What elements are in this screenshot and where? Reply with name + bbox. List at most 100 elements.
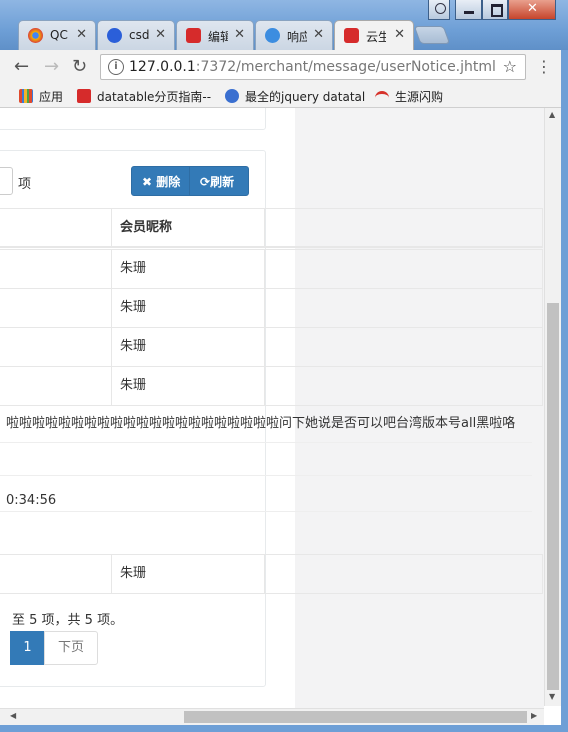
chrome-favicon-icon bbox=[28, 28, 43, 43]
nickname-text: 朱珊 bbox=[120, 339, 147, 354]
detail-divider bbox=[0, 475, 532, 476]
nickname-text: 朱珊 bbox=[120, 378, 147, 393]
column-header-nickname[interactable]: 会员昵称 bbox=[111, 208, 265, 248]
row-cell-nickname: 朱珊 bbox=[111, 366, 265, 406]
profile-button[interactable] bbox=[428, 0, 450, 20]
times-icon: ✖ bbox=[142, 175, 153, 189]
bookmark-label: 应用 bbox=[39, 90, 64, 104]
bookmark-star-icon[interactable]: ☆ bbox=[503, 57, 517, 76]
page-length-suffix: 项 bbox=[18, 177, 32, 192]
browser-tab-5-active[interactable]: 云生 ✕ bbox=[334, 20, 414, 50]
arrow-left-icon: ← bbox=[14, 56, 30, 77]
horizontal-scrollbar[interactable]: ◀ ▶ bbox=[0, 708, 544, 725]
maximize-icon bbox=[491, 4, 503, 17]
maximize-button[interactable] bbox=[482, 0, 508, 20]
nickname-text: 朱珊 bbox=[120, 261, 147, 276]
address-bar[interactable]: i 127.0.0.1:7372/merchant/message/userNo… bbox=[100, 54, 526, 80]
browser-tab-3[interactable]: 编辑 ✕ bbox=[176, 20, 254, 50]
browser-tab-2[interactable]: csd ✕ bbox=[97, 20, 175, 50]
reload-button[interactable]: ↻ bbox=[72, 56, 94, 78]
new-tab-button[interactable] bbox=[413, 26, 451, 44]
delete-button[interactable]: ✖ 删除 bbox=[131, 166, 190, 196]
tab-label: 云生 bbox=[366, 30, 386, 44]
horizontal-scroll-thumb[interactable] bbox=[184, 711, 527, 723]
detail-divider bbox=[0, 442, 532, 443]
top-panel bbox=[0, 108, 266, 130]
row-cell-right bbox=[264, 288, 543, 328]
row-cell-right bbox=[264, 366, 543, 406]
row-cell-left bbox=[0, 288, 112, 328]
nickname-text: 朱珊 bbox=[120, 566, 147, 581]
nickname-text: 朱珊 bbox=[120, 300, 147, 315]
row-cell-right bbox=[264, 554, 543, 594]
row-cell-left bbox=[0, 366, 112, 406]
browser-tab-4[interactable]: 响应 ✕ bbox=[255, 20, 333, 50]
minimize-button[interactable] bbox=[455, 0, 482, 20]
refresh-label: 刷新 bbox=[210, 175, 235, 189]
row-cell-nickname: 朱珊 bbox=[111, 249, 265, 289]
bookmark-jquery-datatable[interactable]: 最全的jquery datatal bbox=[225, 88, 365, 105]
page-length-select[interactable] bbox=[0, 167, 13, 195]
table-header-cell bbox=[0, 208, 112, 248]
url-text: 127.0.0.1:7372/merchant/message/userNoti… bbox=[129, 59, 496, 75]
browser-tab-1[interactable]: QC ✕ bbox=[18, 20, 96, 50]
scroll-up-icon: ▲ bbox=[549, 110, 556, 119]
row-cell-nickname: 朱珊 bbox=[111, 288, 265, 328]
window-frame-bottom bbox=[0, 725, 568, 732]
close-window-button[interactable]: ✕ bbox=[508, 0, 556, 20]
row-cell-left bbox=[0, 249, 112, 289]
apps-grid-icon bbox=[19, 89, 33, 103]
forward-button[interactable]: → bbox=[44, 56, 66, 78]
scroll-right-icon: ▶ bbox=[531, 711, 538, 720]
refresh-button[interactable]: ⟳刷新 bbox=[189, 166, 249, 196]
bird-favicon-icon bbox=[265, 28, 280, 43]
minimize-icon bbox=[464, 11, 474, 14]
url-path: :7372/merchant/message/userNotice.jhtml bbox=[195, 59, 496, 75]
row-cell-left bbox=[0, 554, 112, 594]
bookmark-shengyuan[interactable]: 生源闪购 bbox=[375, 88, 443, 105]
tab-close-icon[interactable]: ✕ bbox=[234, 27, 245, 42]
row-cell-right bbox=[264, 327, 543, 367]
tab-close-icon[interactable]: ✕ bbox=[76, 27, 87, 42]
bookmark-label: datatable分页指南-- bbox=[97, 90, 212, 104]
back-button[interactable]: ← bbox=[14, 56, 36, 78]
user-icon bbox=[435, 3, 446, 14]
tab-label: 编辑 bbox=[208, 30, 228, 44]
row-cell-left bbox=[0, 327, 112, 367]
vertical-scroll-thumb[interactable] bbox=[547, 303, 559, 690]
next-page-button[interactable]: 下页 bbox=[44, 631, 98, 665]
row-detail: 啦啦啦啦啦啦啦啦啦啦啦啦啦啦啦啦啦啦啦啦啦问下她说是否可以吧台湾版本号all黑啦… bbox=[0, 405, 543, 555]
bookmarks-bar: 应用 datatable分页指南-- 最全的jquery datatal 生源闪… bbox=[0, 84, 568, 108]
column-header-label: 会员昵称 bbox=[120, 220, 173, 235]
tab-close-icon[interactable]: ✕ bbox=[394, 27, 405, 42]
bookmark-label: 生源闪购 bbox=[395, 90, 444, 104]
vertical-scrollbar[interactable]: ▲ ▼ bbox=[544, 108, 561, 706]
kebab-menu-icon: ⋮ bbox=[536, 57, 552, 76]
pagination-info: 至 5 项，共 5 项。 bbox=[12, 613, 124, 628]
paw-favicon-icon bbox=[107, 28, 122, 43]
menu-button[interactable]: ⋮ bbox=[536, 56, 552, 78]
csdn-icon bbox=[77, 89, 91, 103]
site-favicon-icon bbox=[344, 28, 359, 43]
next-page-label: 下页 bbox=[57, 640, 84, 655]
bookmark-apps[interactable]: 应用 bbox=[19, 88, 63, 105]
tab-label: 响应 bbox=[287, 30, 307, 44]
bookmark-datatable-guide[interactable]: datatable分页指南-- bbox=[77, 88, 217, 105]
tab-label: csd bbox=[129, 28, 149, 42]
detail-divider bbox=[0, 511, 532, 512]
row-cell-nickname: 朱珊 bbox=[111, 554, 265, 594]
tab-close-icon[interactable]: ✕ bbox=[155, 27, 166, 42]
arrow-right-icon: → bbox=[44, 56, 60, 77]
tab-label: QC bbox=[50, 28, 68, 42]
detail-time: 0:34:56 bbox=[6, 493, 57, 508]
scroll-down-icon: ▼ bbox=[549, 692, 556, 701]
info-icon: i bbox=[108, 59, 124, 75]
tab-close-icon[interactable]: ✕ bbox=[313, 27, 324, 42]
page-viewport: 项 ✖ 删除 ⟳刷新 会员昵称 朱珊 朱珊 朱珊 朱珊 啦啦啦啦啦啦啦啦啦啦啦啦… bbox=[0, 108, 544, 708]
refresh-icon: ⟳ bbox=[200, 175, 211, 189]
bookmark-label: 最全的jquery datatal bbox=[245, 90, 365, 104]
detail-content: 啦啦啦啦啦啦啦啦啦啦啦啦啦啦啦啦啦啦啦啦啦问下她说是否可以吧台湾版本号all黑啦… bbox=[6, 416, 516, 431]
window-frame-right bbox=[561, 50, 568, 732]
page-1-button[interactable]: 1 bbox=[10, 631, 45, 665]
row-cell-nickname: 朱珊 bbox=[111, 327, 265, 367]
